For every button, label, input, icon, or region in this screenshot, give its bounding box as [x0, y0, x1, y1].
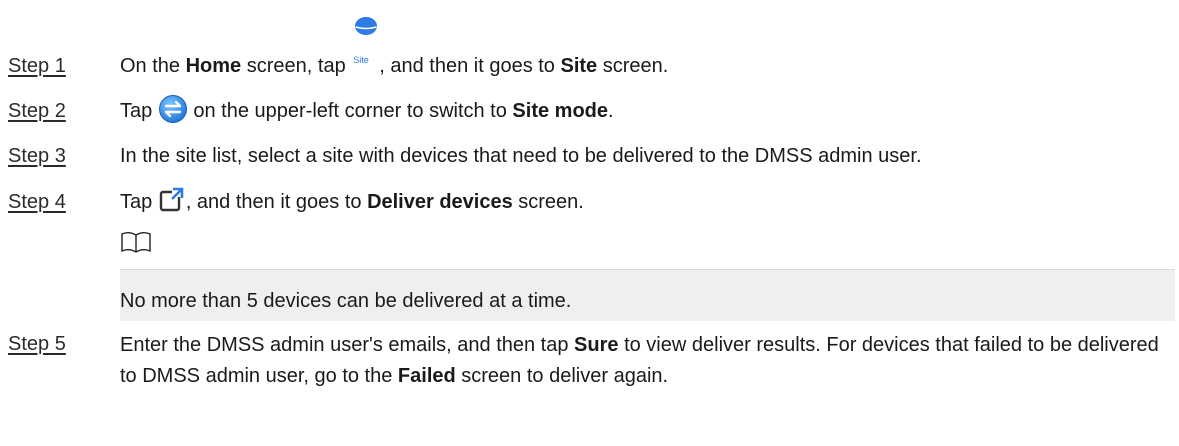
- step-label: Step 4: [8, 191, 66, 213]
- step-label: Step 5: [8, 333, 66, 355]
- step-label: Step 3: [8, 145, 66, 167]
- switch-arrows-icon: [158, 94, 187, 123]
- deliver-export-icon: [159, 186, 184, 211]
- step-text: Enter the DMSS admin user's emails, and …: [120, 334, 1159, 387]
- step-text: On the Home screen, tap Site , and then …: [120, 16, 668, 81]
- step-text: Tap , and then it goes to Deliver device…: [120, 186, 584, 216]
- book-note-icon: [121, 232, 151, 253]
- step-text: Tap on the upper-left corner to switch t…: [120, 94, 614, 125]
- step-label: Step 2: [8, 100, 66, 122]
- note-text: No more than 5 devices can be delivered …: [120, 290, 572, 312]
- site-globe-icon: Site: [351, 16, 379, 81]
- step-text: In the site list, select a site with dev…: [120, 145, 922, 167]
- step-label: Step 1: [8, 55, 66, 77]
